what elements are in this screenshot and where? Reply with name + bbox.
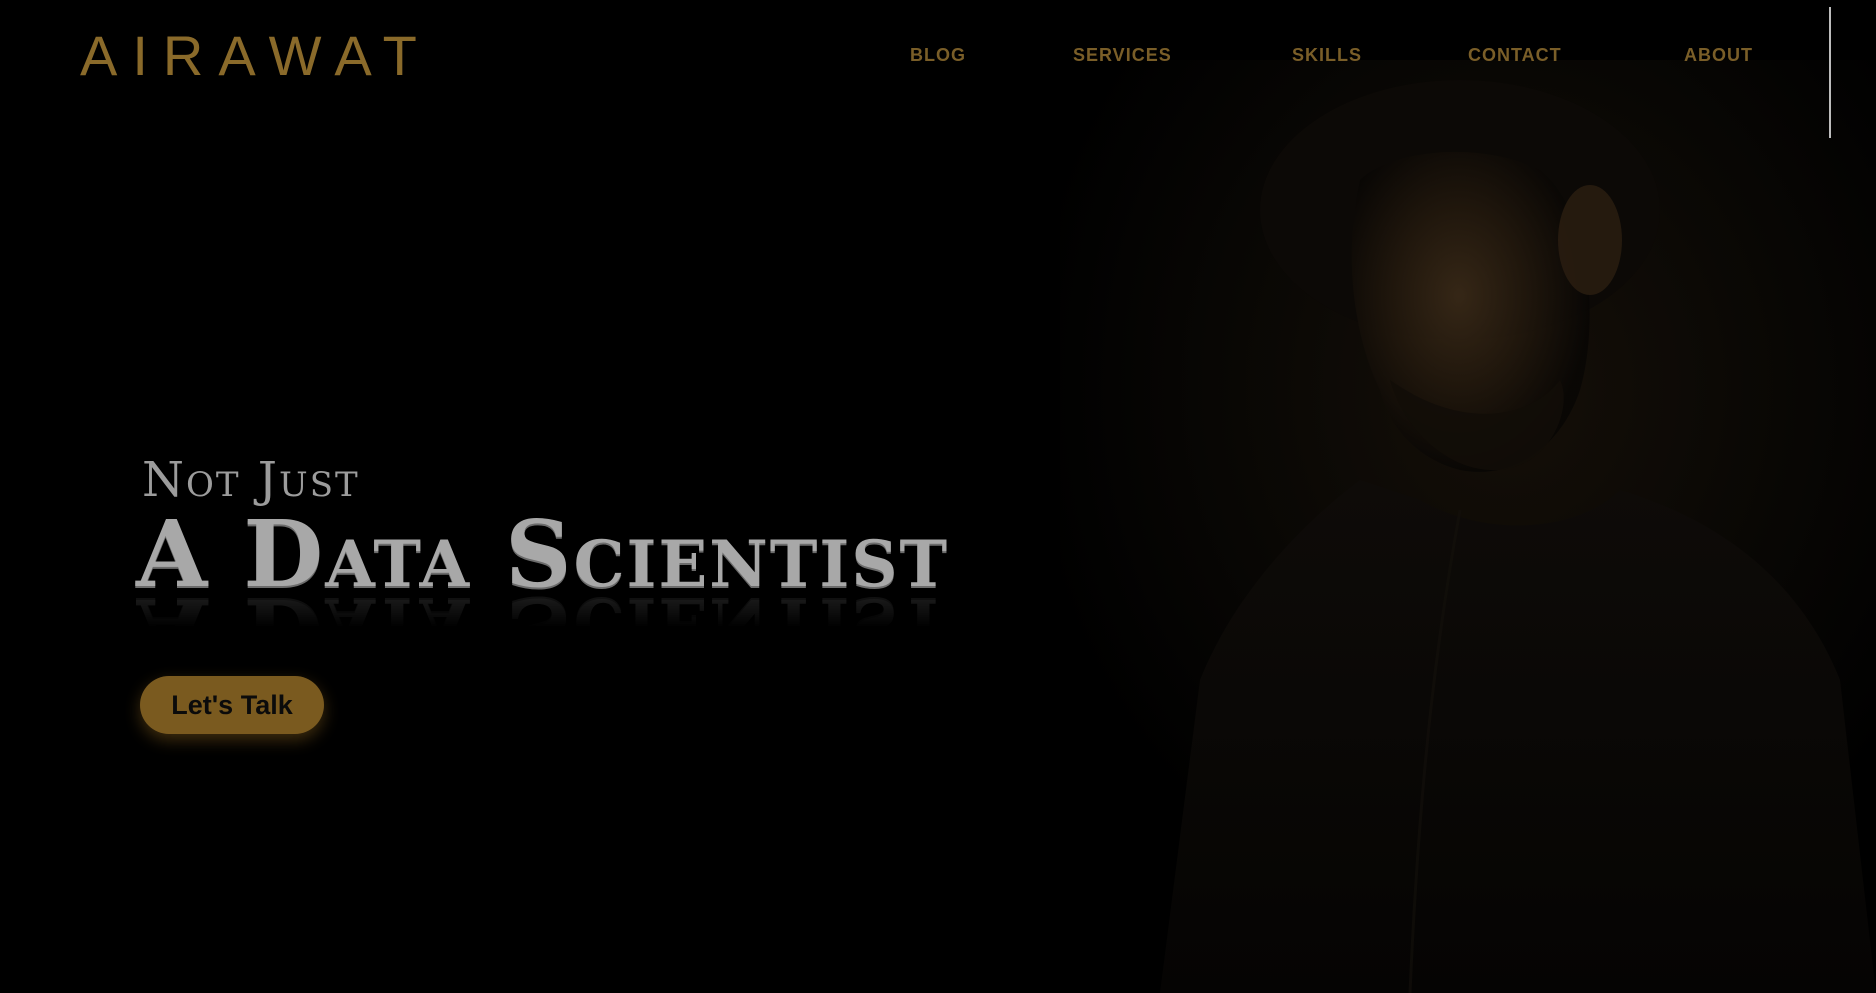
nav-item-services[interactable]: SERVICES <box>1073 46 1172 64</box>
nav-item-about[interactable]: ABOUT <box>1684 46 1753 64</box>
menu-line-icon[interactable] <box>1829 7 1831 138</box>
lets-talk-button[interactable]: Let's Talk <box>140 676 324 734</box>
nav-item-blog[interactable]: BLOG <box>910 46 966 64</box>
hero-headline: A Data Scientist <box>136 500 950 608</box>
nav-item-skills[interactable]: SKILLS <box>1292 46 1362 64</box>
nav-item-contact[interactable]: CONTACT <box>1468 46 1562 64</box>
hero-tagline: Not Just <box>142 452 360 508</box>
main-nav: BLOG SERVICES SKILLS CONTACT ABOUT <box>0 46 1876 70</box>
hero-headline-wrap: A Data Scientist <box>136 508 949 600</box>
landing-page: AIRAWAT BLOG SERVICES SKILLS CONTACT ABO… <box>0 0 1876 993</box>
hero-portrait-image <box>1060 60 1876 993</box>
